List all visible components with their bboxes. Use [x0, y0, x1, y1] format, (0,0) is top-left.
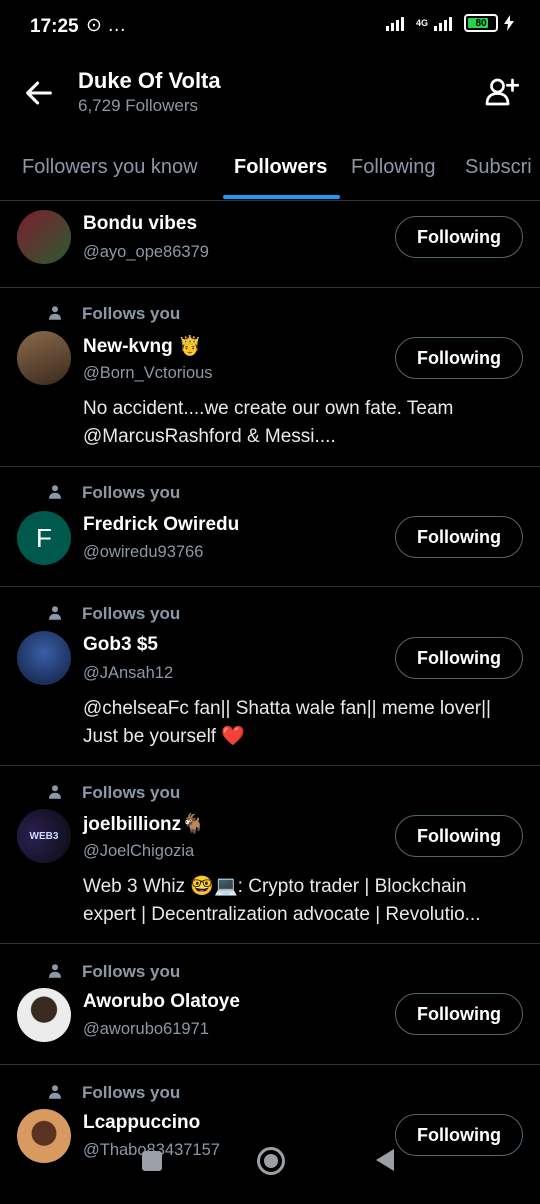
person-icon [49, 964, 61, 978]
person-icon [49, 485, 61, 499]
avatar-text: WEB3 [29, 830, 59, 842]
user-handle: @owiredu93766 [83, 543, 204, 561]
list-item[interactable]: Follows you Gob3 $5 @JAnsah12 Following … [0, 586, 540, 766]
user-bio: @chelseaFc fan|| Shatta wale fan|| meme … [83, 698, 491, 747]
battery-icon: 80 [464, 14, 498, 32]
list-item[interactable]: Bondu vibes @ayo_ope86379 Following [0, 201, 540, 288]
tab-following[interactable]: Following [351, 156, 435, 179]
signal-icon-2 [434, 17, 452, 31]
tab-subscriptions[interactable]: Subscri [465, 156, 532, 179]
list-item[interactable]: Follows you WEB3 joelbillionz🐐 @JoelChig… [0, 765, 540, 944]
user-name[interactable]: Lcappuccino [83, 1112, 200, 1134]
person-icon [49, 606, 61, 620]
avatar[interactable] [17, 210, 71, 264]
list-item[interactable]: Follows you F Fredrick Owiredu @owiredu9… [0, 466, 540, 587]
status-time: 17:25 [30, 16, 79, 37]
active-tab-indicator [223, 195, 340, 199]
list-item[interactable]: Follows you Aworubo Olatoye @aworubo6197… [0, 943, 540, 1065]
signal-icon [385, 17, 404, 31]
user-name[interactable]: Fredrick Owiredu [83, 514, 239, 536]
charging-icon [504, 15, 514, 31]
user-name[interactable]: New-kvng 🤴 [83, 334, 202, 358]
status-bar: 17:25 ⊙ … 4G 80 [0, 0, 540, 54]
tab-bar: Followers you know Followers Following S… [0, 140, 540, 201]
battery-level: 80 [475, 17, 487, 29]
follows-you-label: Follows you [82, 304, 181, 323]
network-type: 4G [415, 17, 428, 28]
following-button[interactable]: Following [395, 993, 523, 1035]
user-handle: @JoelChigozia [83, 842, 195, 860]
following-button[interactable]: Following [395, 815, 523, 857]
avatar[interactable] [17, 988, 71, 1042]
follows-you-label: Follows you [82, 604, 181, 623]
user-handle: @Born_Vctorious [83, 364, 213, 382]
user-name[interactable]: joelbillionz🐐 [83, 812, 205, 836]
back-arrow-icon[interactable] [22, 76, 56, 110]
follows-you-label: Follows you [82, 1083, 181, 1102]
avatar[interactable] [17, 631, 71, 685]
system-nav-bar [0, 1137, 540, 1199]
avatar[interactable]: F [17, 511, 71, 565]
follows-you-label: Follows you [82, 783, 181, 802]
user-bio: No accident....we create our own fate. T… [83, 398, 454, 447]
user-handle: @JAnsah12 [83, 664, 174, 682]
following-button[interactable]: Following [395, 637, 523, 679]
home-button[interactable] [257, 1147, 285, 1175]
follower-count: 6,729 Followers [78, 96, 199, 115]
recent-apps-button[interactable] [142, 1151, 162, 1171]
user-handle: @ayo_ope86379 [83, 243, 209, 261]
following-button[interactable]: Following [395, 216, 523, 258]
user-name[interactable]: Bondu vibes [83, 213, 197, 235]
system-back-button[interactable] [376, 1149, 394, 1171]
notification-icons: ⊙ … [86, 15, 127, 36]
tab-followers[interactable]: Followers [234, 156, 327, 179]
status-right: 4G 80 [385, 14, 514, 32]
avatar[interactable] [17, 331, 71, 385]
avatar[interactable]: WEB3 [17, 809, 71, 863]
user-handle: @aworubo61971 [83, 1020, 209, 1038]
page-title: Duke Of Volta [78, 68, 221, 93]
user-bio: Web 3 Whiz 🤓💻: Crypto trader | Blockchai… [83, 876, 481, 925]
following-button[interactable]: Following [395, 337, 523, 379]
person-icon [49, 1085, 61, 1099]
person-icon [49, 306, 61, 320]
following-button[interactable]: Following [395, 516, 523, 558]
person-icon [49, 785, 61, 799]
add-user-icon[interactable] [484, 74, 520, 110]
list-item[interactable]: Follows you New-kvng 🤴 @Born_Vctorious F… [0, 287, 540, 467]
tab-followers-you-know[interactable]: Followers you know [22, 156, 198, 179]
profile-header: Duke Of Volta 6,729 Followers [0, 54, 540, 134]
follows-you-label: Follows you [82, 962, 181, 981]
user-name[interactable]: Aworubo Olatoye [83, 991, 240, 1013]
follows-you-label: Follows you [82, 483, 181, 502]
user-name[interactable]: Gob3 $5 [83, 634, 158, 656]
